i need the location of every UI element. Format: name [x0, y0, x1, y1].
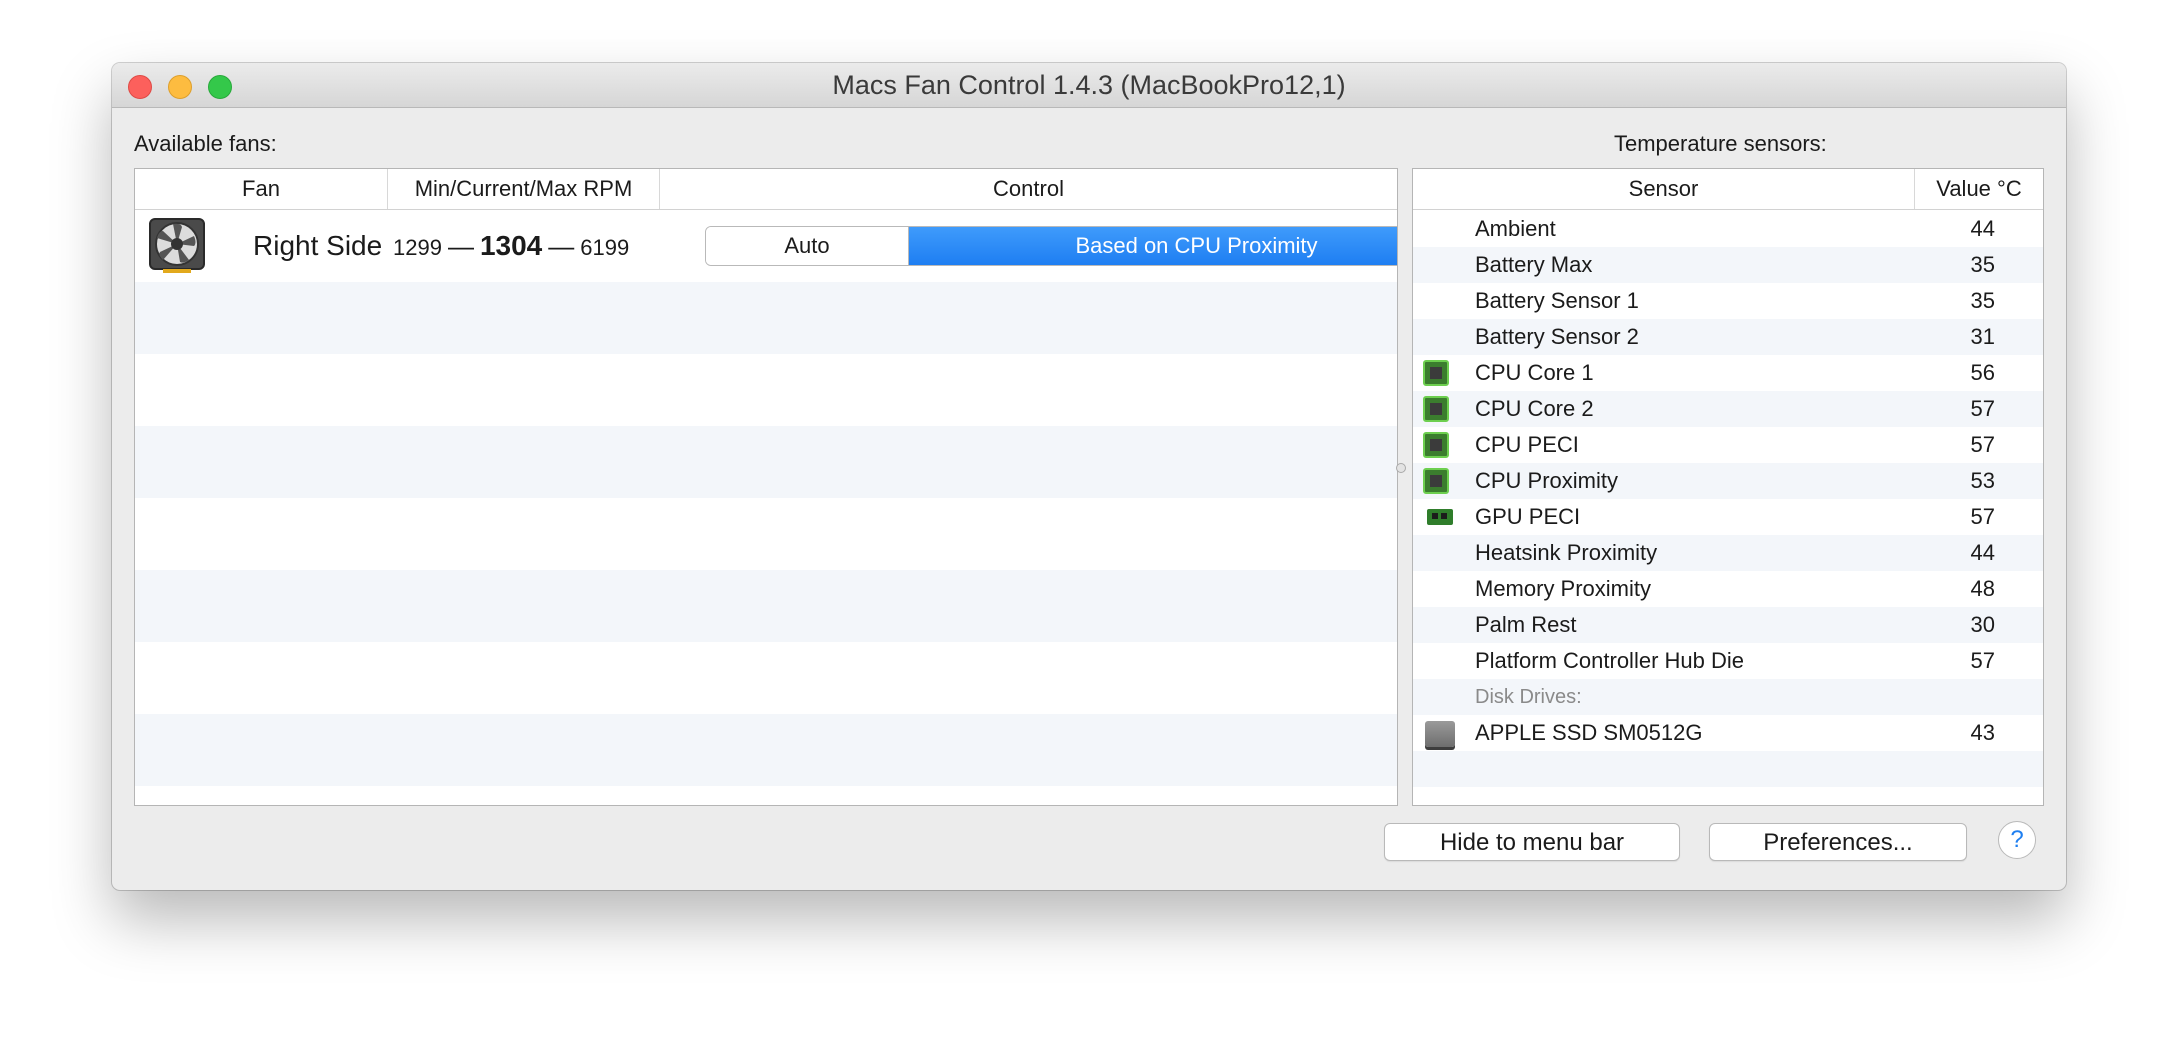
preferences-button[interactable]: Preferences...	[1709, 823, 1967, 861]
control-custom-button[interactable]: Based on CPU Proximity	[909, 227, 1397, 265]
cpu-chip-icon	[1423, 468, 1449, 494]
column-header-value[interactable]: Value °C	[1915, 169, 2043, 209]
sensor-name: Battery Max	[1475, 252, 1593, 277]
sensor-value: 57	[1970, 648, 1995, 673]
sensor-name: Memory Proximity	[1475, 576, 1652, 601]
sensor-value: 35	[1970, 252, 1995, 277]
sensor-row[interactable]: Heatsink Proximity 44	[1413, 535, 2043, 571]
empty-row	[1413, 751, 2043, 787]
sensor-row[interactable]: CPU Proximity 53	[1413, 463, 2043, 499]
cpu-chip-icon	[1423, 360, 1449, 386]
sensor-value: 30	[1970, 612, 1995, 637]
sensor-value: 44	[1970, 540, 1995, 565]
sensor-name: Palm Rest	[1475, 612, 1577, 637]
sensors-table: Sensor Value °C Ambient 44 Battery Max 3…	[1412, 168, 2044, 806]
hide-to-menu-bar-button[interactable]: Hide to menu bar	[1384, 823, 1680, 861]
sensor-name: Battery Sensor 1	[1475, 288, 1639, 313]
sensor-value: 44	[1970, 216, 1995, 241]
fan-min-rpm: 1299	[393, 235, 442, 260]
window-title: Macs Fan Control 1.4.3 (MacBookPro12,1)	[832, 70, 1346, 100]
sensor-name: APPLE SSD SM0512G	[1475, 720, 1703, 745]
sensor-value: 35	[1970, 288, 1995, 313]
fan-row[interactable]: Right Side 1299—1304—6199 Auto Based on …	[135, 210, 1397, 282]
sensor-row[interactable]: CPU PECI 57	[1413, 427, 2043, 463]
empty-row	[135, 426, 1397, 498]
sensor-name: CPU Core 1	[1475, 360, 1594, 385]
fans-table: Fan Min/Current/Max RPM Control Right Si…	[134, 168, 1398, 806]
sensor-value: 43	[1970, 720, 1995, 745]
column-header-control[interactable]: Control	[660, 169, 1397, 209]
sensor-row[interactable]: CPU Core 2 57	[1413, 391, 2043, 427]
cpu-chip-icon	[1423, 396, 1449, 422]
empty-row	[135, 354, 1397, 426]
control-auto-button[interactable]: Auto	[706, 227, 909, 265]
fan-max-rpm: 6199	[580, 235, 630, 260]
sensors-table-header: Sensor Value °C	[1413, 169, 2043, 210]
sensor-name: Battery Sensor 2	[1475, 324, 1639, 349]
sensor-row[interactable]: Ambient 44	[1413, 211, 2043, 247]
sensor-row[interactable]: Battery Sensor 1 35	[1413, 283, 2043, 319]
sensor-row[interactable]: Palm Rest 30	[1413, 607, 2043, 643]
fan-rpm-readout: 1299—1304—6199	[393, 230, 629, 262]
split-view-divider[interactable]	[1396, 463, 1406, 473]
fan-control-segmented: Auto Based on CPU Proximity	[705, 226, 1397, 266]
disk-drives-group-label: Disk Drives:	[1475, 686, 1582, 708]
rpm-separator: —	[548, 231, 575, 261]
sensor-group-row: Disk Drives:	[1413, 679, 2043, 715]
sensor-row[interactable]: Battery Sensor 2 31	[1413, 319, 2043, 355]
fan-name: Right Side	[253, 230, 383, 261]
sensor-name: CPU Core 2	[1475, 396, 1594, 421]
sensor-name: CPU Proximity	[1475, 468, 1619, 493]
help-button[interactable]: ?	[1998, 821, 2036, 859]
sensor-name: GPU PECI	[1475, 504, 1581, 529]
sensor-name: Platform Controller Hub Die	[1475, 648, 1744, 673]
sensor-name: Ambient	[1475, 216, 1556, 241]
empty-row	[135, 498, 1397, 570]
sensor-value: 31	[1970, 324, 1995, 349]
sensor-row[interactable]: Memory Proximity 48	[1413, 571, 2043, 607]
rpm-separator: —	[447, 231, 474, 261]
column-header-sensor[interactable]: Sensor	[1413, 169, 1915, 209]
sensor-value: 57	[1970, 396, 1995, 421]
sensor-value: 53	[1970, 468, 1995, 493]
available-fans-label: Available fans:	[134, 131, 277, 156]
sensor-row[interactable]: Platform Controller Hub Die 57	[1413, 643, 2043, 679]
sensor-row[interactable]: GPU PECI 57	[1413, 499, 2043, 535]
temperature-sensors-label: Temperature sensors:	[1614, 131, 1827, 156]
fan-icon	[149, 218, 205, 273]
sensor-row[interactable]: APPLE SSD SM0512G 43	[1413, 715, 2043, 751]
cpu-chip-icon	[1423, 432, 1449, 458]
sensor-value: 57	[1970, 504, 1995, 529]
sensor-value: 56	[1970, 360, 1995, 385]
sensor-value: 48	[1970, 576, 1995, 601]
fan-current-rpm: 1304	[479, 230, 543, 261]
fans-table-header: Fan Min/Current/Max RPM Control	[135, 169, 1397, 210]
sensor-row[interactable]: Battery Max 35	[1413, 247, 2043, 283]
empty-row	[135, 282, 1397, 354]
empty-row	[135, 570, 1397, 642]
empty-row	[135, 642, 1397, 714]
sensor-name: CPU PECI	[1475, 432, 1579, 457]
sensor-value: 57	[1970, 432, 1995, 457]
sensor-row[interactable]: CPU Core 1 56	[1413, 355, 2043, 391]
empty-row	[135, 714, 1397, 786]
disk-drive-icon	[1425, 721, 1455, 747]
gpu-card-icon	[1427, 509, 1453, 525]
title-bar[interactable]: Macs Fan Control 1.4.3 (MacBookPro12,1)	[112, 63, 2066, 108]
sensor-name: Heatsink Proximity	[1475, 540, 1658, 565]
main-window: Macs Fan Control 1.4.3 (MacBookPro12,1) …	[112, 63, 2066, 890]
column-header-fan[interactable]: Fan	[135, 169, 388, 209]
column-header-rpm[interactable]: Min/Current/Max RPM	[388, 169, 660, 209]
